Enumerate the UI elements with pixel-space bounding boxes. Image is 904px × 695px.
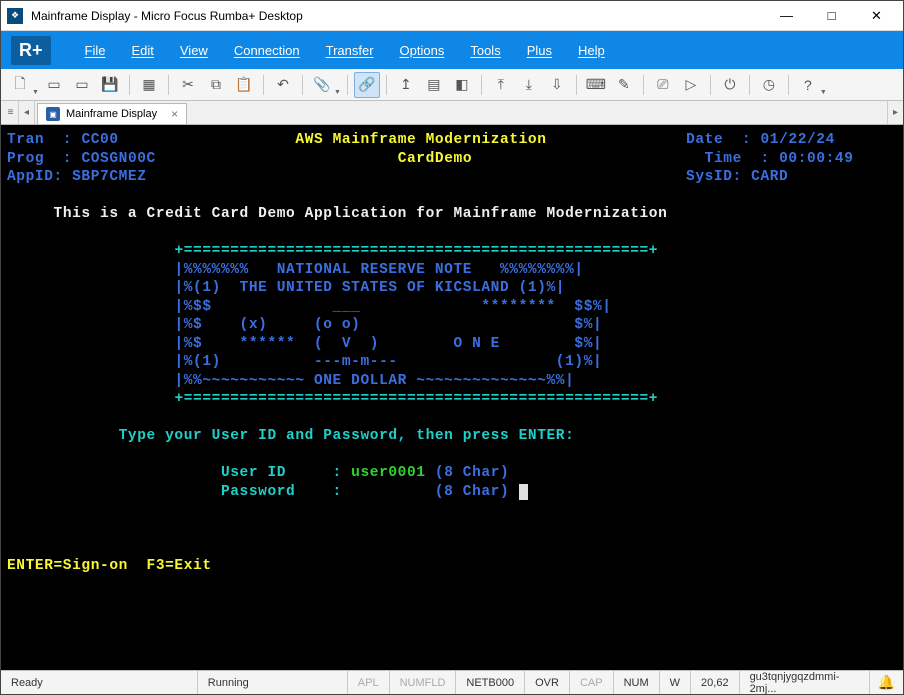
text-cursor (519, 484, 528, 500)
subtitle: This is a Credit Card Demo Application f… (54, 206, 668, 222)
status-running: Running (198, 671, 348, 694)
time-label: Time : (705, 151, 770, 167)
userid-hint: (8 Char) (435, 465, 509, 481)
prog-value: COSGN00C (81, 151, 155, 167)
status-netb: NETB000 (456, 671, 525, 694)
tab-mainframe-display[interactable]: ▣ Mainframe Display × (37, 103, 187, 124)
art-line-2: |%%%%%%% NATIONAL RESERVE NOTE %%%%%%%%| (174, 262, 583, 278)
menu-tools[interactable]: Tools (460, 37, 510, 64)
save-icon[interactable]: 💾 (97, 72, 123, 98)
menu-connection[interactable]: Connection (224, 37, 310, 64)
status-ready: Ready (1, 671, 198, 694)
panel-icon[interactable]: ◧ (449, 72, 475, 98)
status-numfld: NUMFLD (390, 671, 457, 694)
art-line-6: |%$ ****** ( V ) O N E $%| (174, 336, 602, 352)
toolbar: 🗋▼ ▭ ▭ 💾 ▦ ✂ ⧉ 📋 ↶ 📎▼ 🔗 ↥ ▤ ◧ ⤒ ⤓ ⇩ ⌨ ✎ … (1, 69, 903, 101)
help-icon[interactable]: ? (795, 72, 821, 98)
screen2-icon[interactable]: ▭ (69, 72, 95, 98)
status-num: NUM (614, 671, 660, 694)
status-ovr: OVR (525, 671, 570, 694)
titlebar: ❖ Mainframe Display - Micro Focus Rumba+… (1, 1, 903, 31)
tab-close-icon[interactable]: × (171, 107, 178, 121)
copy-icon[interactable]: ⧉ (203, 72, 229, 98)
link-icon[interactable]: 🔗 (354, 72, 380, 98)
terminal-screen[interactable]: Tran : CC00 AWS Mainframe Modernization … (1, 125, 903, 670)
download2-icon[interactable]: ⇩ (544, 72, 570, 98)
art-line-3: |%(1) THE UNITED STATES OF KICSLAND (1)%… (174, 280, 565, 296)
picker-icon[interactable]: ✎ (611, 72, 637, 98)
keyboard-icon[interactable]: ⌨ (583, 72, 609, 98)
terminal-tab-icon: ▣ (46, 107, 60, 121)
art-line-8: |%%~~~~~~~~~~~ ONE DOLLAR ~~~~~~~~~~~~~~… (174, 373, 574, 389)
menu-plus[interactable]: Plus (517, 37, 562, 64)
password-hint: (8 Char) (435, 484, 509, 500)
time-value: 00:00:49 (779, 151, 853, 167)
attach-icon[interactable]: 📎 (309, 72, 335, 98)
bell-icon[interactable]: 🔔 (870, 674, 903, 691)
tab-label: Mainframe Display (66, 108, 157, 120)
userid-input[interactable]: user0001 (351, 465, 425, 481)
tabstrip: ≡ ◂ ▣ Mainframe Display × ▸ (1, 101, 903, 125)
appid-value: SBP7CMEZ (72, 169, 146, 185)
maximize-button[interactable]: □ (809, 2, 854, 30)
download-icon[interactable]: ⤓ (516, 72, 542, 98)
new-icon[interactable]: 🗋 (7, 72, 33, 98)
art-line-1: +=======================================… (174, 243, 658, 259)
screen-title-1: AWS Mainframe Modernization (295, 132, 546, 148)
menu-options[interactable]: Options (390, 37, 455, 64)
art-line-4: |%$$ ___ ******** $$%| (174, 299, 611, 315)
cut-icon[interactable]: ✂ (175, 72, 201, 98)
tran-value: CC00 (81, 132, 118, 148)
status-cursor-pos: 20,62 (691, 671, 740, 694)
record-icon[interactable]: ⎚ (650, 72, 676, 98)
close-button[interactable]: ✕ (854, 2, 899, 30)
menu-transfer[interactable]: Transfer (316, 37, 384, 64)
statusbar: Ready Running APL NUMFLD NETB000 OVR CAP… (1, 670, 903, 694)
prog-label: Prog : (7, 151, 72, 167)
app-icon: ❖ (7, 8, 23, 24)
paste-icon[interactable]: 📋 (231, 72, 257, 98)
footer-keys: ENTER=Sign-on F3=Exit (7, 558, 212, 574)
menu-file[interactable]: File (75, 37, 116, 64)
sysid-label: SysID: (686, 169, 742, 185)
brand-logo: R+ (11, 36, 51, 65)
art-line-9: +=======================================… (174, 391, 658, 407)
status-w: W (660, 671, 691, 694)
tab-scroll-left[interactable]: ◂ (19, 101, 35, 124)
sysid-value: CARD (751, 169, 788, 185)
menu-edit[interactable]: Edit (121, 37, 163, 64)
tab-scroll-menu[interactable]: ≡ (3, 101, 19, 124)
art-line-5: |%$ (x) (o o) $%| (174, 317, 602, 333)
window-title: Mainframe Display - Micro Focus Rumba+ D… (31, 9, 764, 23)
menubar: R+ File Edit View Connection Transfer Op… (1, 31, 903, 69)
layout-icon[interactable]: ▦ (136, 72, 162, 98)
tran-label: Tran : (7, 132, 72, 148)
status-host: gu3tqnjygqzdmmi-2mj... (740, 671, 870, 694)
undo-icon[interactable]: ↶ (270, 72, 296, 98)
cursor-up-icon[interactable]: ↥ (393, 72, 419, 98)
upload-icon[interactable]: ⤒ (488, 72, 514, 98)
tab-scroll-right[interactable]: ▸ (887, 101, 903, 124)
status-cap: CAP (570, 671, 614, 694)
menu-help[interactable]: Help (568, 37, 615, 64)
menu-view[interactable]: View (170, 37, 218, 64)
userid-label: User ID : (221, 465, 342, 481)
play-icon[interactable]: ▷ (678, 72, 704, 98)
grid-icon[interactable]: ▤ (421, 72, 447, 98)
power-icon[interactable]: ⏻ (717, 72, 743, 98)
status-apl: APL (348, 671, 390, 694)
date-label: Date : (686, 132, 751, 148)
prompt-text: Type your User ID and Password, then pre… (119, 428, 575, 444)
password-label: Password : (221, 484, 342, 500)
minimize-button[interactable]: — (764, 2, 809, 30)
art-line-7: |%(1) ---m-m--- (1)%| (174, 354, 602, 370)
clock-icon[interactable]: ◷ (756, 72, 782, 98)
date-value: 01/22/24 (761, 132, 835, 148)
appid-label: AppID: (7, 169, 63, 185)
screen-title-2: CardDemo (398, 151, 472, 167)
screen1-icon[interactable]: ▭ (41, 72, 67, 98)
